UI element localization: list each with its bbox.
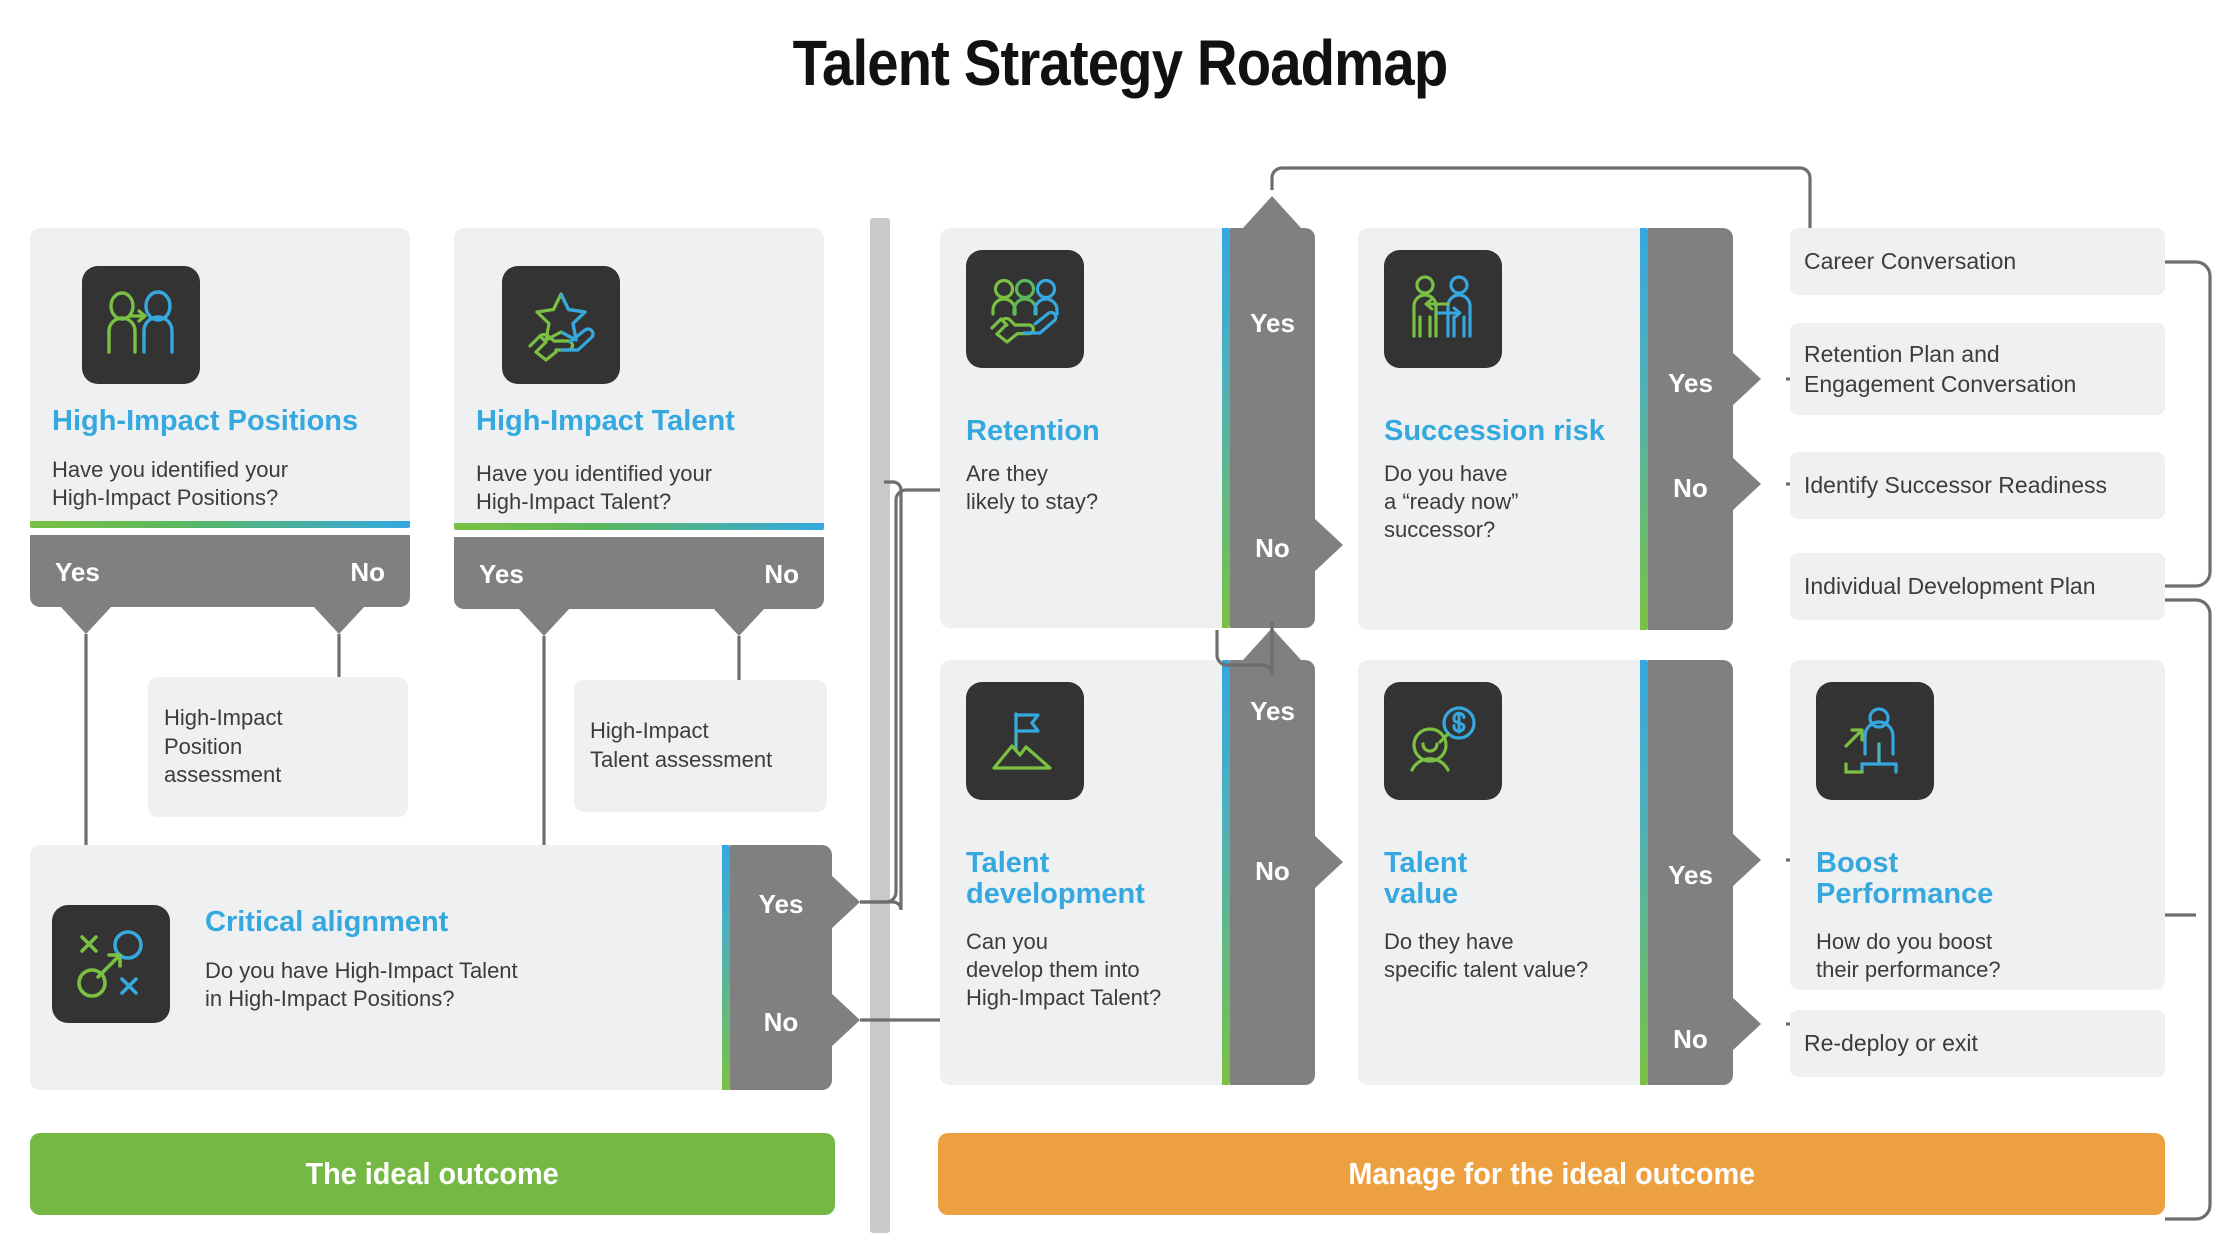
card-boost-performance[interactable]: Boost Performance How do you boost their… — [1790, 660, 2165, 990]
person-dollar-icon — [1384, 682, 1502, 800]
card-title: High-Impact Talent — [476, 405, 735, 437]
outcome-label: Career Conversation — [1804, 248, 2017, 275]
outcome-label: High-Impact Talent assessment — [590, 718, 773, 772]
yesno-panel-critical[interactable]: Yes No — [730, 845, 832, 1090]
outcome-label: Identify Successor Readiness — [1804, 472, 2107, 499]
gradient-accent-bar — [30, 521, 410, 528]
card-title: Retention — [966, 415, 1100, 447]
card-question: Are they likely to stay? — [966, 461, 1099, 515]
card-talent-development[interactable]: Talent development Can you develop them … — [940, 660, 1230, 1085]
yesno-panel-talent-development[interactable]: Yes No — [1230, 660, 1315, 1085]
yes-arrow-talent-value — [1732, 833, 1761, 887]
hand-people-icon — [966, 250, 1084, 368]
card-question: Do you have a “ready now” successor? — [1384, 461, 1519, 543]
outcome-individual-development-plan[interactable]: Individual Development Plan — [1790, 553, 2165, 620]
outcome-high-impact-talent-assessment[interactable]: High-Impact Talent assessment — [574, 680, 827, 812]
gradient-accent-bar — [1640, 660, 1648, 1085]
no-arrow-critical — [831, 993, 860, 1047]
outcome-redeploy-or-exit[interactable]: Re-deploy or exit — [1790, 1010, 2165, 1077]
card-critical-alignment[interactable]: Critical alignment Do you have High-Impa… — [30, 845, 730, 1090]
succession-people-icon — [1384, 250, 1502, 368]
outcome-retention-plan[interactable]: Retention Plan and Engagement Conversati… — [1790, 323, 2165, 415]
x-o-strategy-icon — [52, 905, 170, 1023]
yesno-bar-talent[interactable]: Yes No — [454, 537, 824, 609]
yes-label[interactable]: Yes — [55, 557, 100, 588]
card-question: Do they have specific talent value? — [1384, 929, 1589, 983]
card-high-impact-positions[interactable]: High-Impact Positions Have you identifie… — [30, 228, 410, 528]
no-arrow-talent-development — [1314, 835, 1343, 889]
banner-label: The ideal outcome — [305, 1156, 560, 1191]
no-label[interactable]: No — [730, 1007, 832, 1038]
no-arrow-positions — [313, 606, 365, 634]
no-arrow-retention — [1314, 518, 1343, 572]
stage-divider — [870, 218, 890, 1233]
no-arrow-talent-value — [1732, 997, 1761, 1051]
gradient-accent-bar — [1222, 228, 1230, 628]
outcome-label: Re-deploy or exit — [1804, 1030, 1978, 1057]
outcome-career-conversation[interactable]: Career Conversation — [1790, 228, 2165, 295]
card-question: Do you have High-Impact Talent in High-I… — [205, 958, 518, 1012]
hand-star-icon — [502, 266, 620, 384]
outcome-label: Retention Plan and Engagement Conversati… — [1804, 340, 2077, 397]
yesno-panel-retention[interactable]: Yes No — [1230, 228, 1315, 628]
yes-arrow-talent-development — [1243, 628, 1301, 660]
yesno-panel-talent-value[interactable]: Yes No — [1648, 660, 1733, 1085]
page-title: Talent Strategy Roadmap — [792, 27, 1449, 99]
yes-label[interactable]: Yes — [1230, 696, 1315, 727]
yes-label[interactable]: Yes — [1648, 860, 1733, 891]
yes-label[interactable]: Yes — [730, 889, 832, 920]
yes-arrow-critical — [831, 875, 860, 929]
mountain-flag-icon — [966, 682, 1084, 800]
card-succession-risk[interactable]: Succession risk Do you have a “ready now… — [1358, 228, 1648, 630]
card-retention[interactable]: Retention Are they likely to stay? — [940, 228, 1230, 628]
yesno-panel-succession[interactable]: Yes No — [1648, 228, 1733, 630]
banner-ideal-outcome[interactable]: The ideal outcome — [30, 1133, 835, 1215]
card-title: Talent development — [966, 847, 1145, 911]
yesno-bar-positions[interactable]: Yes No — [30, 535, 410, 607]
banner-label: Manage for the ideal outcome — [1348, 1156, 1755, 1191]
person-growth-icon — [1816, 682, 1934, 800]
no-label[interactable]: No — [1230, 856, 1315, 887]
yes-arrow-succession — [1732, 352, 1761, 406]
no-arrow-succession — [1732, 457, 1761, 511]
gradient-accent-bar — [454, 523, 824, 530]
banner-manage-for-ideal-outcome[interactable]: Manage for the ideal outcome — [938, 1133, 2165, 1215]
yes-arrow-talent — [518, 608, 570, 636]
no-label[interactable]: No — [1648, 473, 1733, 504]
gradient-accent-bar — [722, 845, 730, 1090]
outcome-label: High-Impact Position assessment — [164, 705, 283, 788]
card-question: Have you identified your High-Impact Tal… — [476, 461, 713, 515]
no-label[interactable]: No — [1648, 1024, 1733, 1055]
yes-label[interactable]: Yes — [1230, 308, 1315, 339]
yes-arrow-retention — [1243, 196, 1301, 228]
card-title: Boost Performance — [1816, 847, 1994, 911]
card-title: Succession risk — [1384, 415, 1605, 447]
outcome-identify-successor-readiness[interactable]: Identify Successor Readiness — [1790, 452, 2165, 519]
yes-label[interactable]: Yes — [1648, 368, 1733, 399]
yes-arrow-positions — [60, 606, 112, 634]
person-transition-icon — [82, 266, 200, 384]
no-label[interactable]: No — [764, 559, 799, 590]
no-label[interactable]: No — [350, 557, 385, 588]
no-arrow-talent — [713, 608, 765, 636]
outcome-label: Individual Development Plan — [1804, 573, 2096, 600]
yes-label[interactable]: Yes — [479, 559, 524, 590]
card-title: Talent value — [1384, 847, 1468, 911]
card-title: Critical alignment — [205, 906, 449, 938]
card-talent-value[interactable]: Talent value Do they have specific talen… — [1358, 660, 1648, 1085]
card-title: High-Impact Positions — [52, 405, 359, 437]
card-question: How do you boost their performance? — [1816, 929, 2001, 983]
card-question: Have you identified your High-Impact Pos… — [52, 457, 289, 511]
outcome-high-impact-position-assessment[interactable]: High-Impact Position assessment — [148, 677, 408, 817]
gradient-accent-bar — [1640, 228, 1648, 630]
no-label[interactable]: No — [1230, 533, 1315, 564]
card-question: Can you develop them into High-Impact Ta… — [966, 929, 1162, 1011]
gradient-accent-bar — [1222, 660, 1230, 1085]
card-high-impact-talent[interactable]: High-Impact Talent Have you identified y… — [454, 228, 824, 530]
